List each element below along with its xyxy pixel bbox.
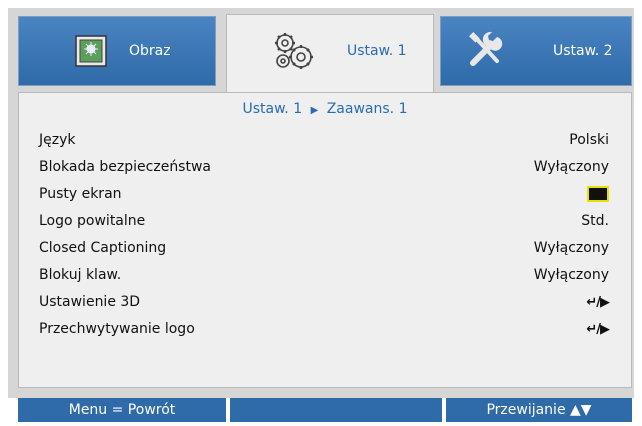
footer-middle	[230, 398, 442, 422]
menu-row-label: Closed Captioning	[39, 240, 167, 256]
blank-screen-color-swatch[interactable]	[587, 186, 609, 202]
menu-row-3d-setup[interactable]: Ustawienie 3D ↵/▶	[39, 289, 610, 315]
menu-row-value: Wyłączony	[533, 159, 609, 175]
menu-row-blank-screen[interactable]: Pusty ekran	[39, 181, 609, 207]
breadcrumb-arrow-icon: ▶	[310, 105, 319, 116]
menu-row-label: Pusty ekran	[39, 186, 122, 202]
menu-row-keypad-lock[interactable]: Blokuj klaw. Wyłączony	[39, 262, 609, 288]
menu-row-closed-captioning[interactable]: Closed Captioning Wyłączony	[39, 235, 609, 261]
menu-row-value: Polski	[569, 132, 609, 148]
menu-row-startup-logo[interactable]: Logo powitalne Std.	[39, 208, 609, 234]
menu-row-label: Język	[39, 132, 76, 148]
menu-row-value: Std.	[581, 213, 609, 229]
tab-ustaw-2-label: Ustaw. 2	[553, 43, 613, 59]
menu-row-language[interactable]: Język Polski	[39, 127, 609, 153]
menu-row-label: Logo powitalne	[39, 213, 146, 229]
tab-ustaw-1[interactable]: Ustaw. 1	[226, 14, 434, 92]
tab-obraz-label: Obraz	[129, 43, 171, 59]
menu-row-label: Przechwytywanie logo	[39, 321, 195, 337]
footer-hint-scroll: Przewijanie ▲▼	[486, 402, 592, 418]
menu-row-label: Blokada bezpieczeństwa	[39, 159, 211, 175]
menu-row-value: Wyłączony	[533, 240, 609, 256]
tab-ustaw-1-label: Ustaw. 1	[347, 43, 407, 59]
breadcrumb-current: Zaawans. 1	[326, 101, 408, 117]
footer-scroll-hint: Przewijanie ▲▼	[446, 398, 632, 422]
enter-arrow-icon: ↵/▶	[586, 294, 610, 310]
menu-row-logo-capture[interactable]: Przechwytywanie logo ↵/▶	[39, 316, 610, 342]
enter-arrow-icon: ↵/▶	[586, 321, 610, 337]
menu-row-value: Wyłączony	[533, 267, 609, 283]
menu-row-security-lock[interactable]: Blokada bezpieczeństwa Wyłączony	[39, 154, 609, 180]
menu-row-label: Ustawienie 3D	[39, 294, 141, 310]
tab-ustaw-2[interactable]: Ustaw. 2	[440, 16, 632, 86]
image-adjust-icon	[75, 35, 107, 71]
breadcrumb-parent[interactable]: Ustaw. 1	[243, 101, 303, 117]
breadcrumb: Ustaw. 1 ▶ Zaawans. 1	[19, 101, 631, 117]
menu-row-label: Blokuj klaw.	[39, 267, 122, 283]
footer-menu-back: Menu = Powrót	[18, 398, 226, 422]
settings-panel: Ustaw. 1 ▶ Zaawans. 1 Język Polski Bloka…	[18, 92, 632, 388]
footer-hint-back: Menu = Powrót	[68, 402, 176, 418]
tab-obraz[interactable]: Obraz	[18, 16, 216, 86]
gears-icon	[271, 31, 317, 77]
tools-icon	[467, 31, 505, 73]
